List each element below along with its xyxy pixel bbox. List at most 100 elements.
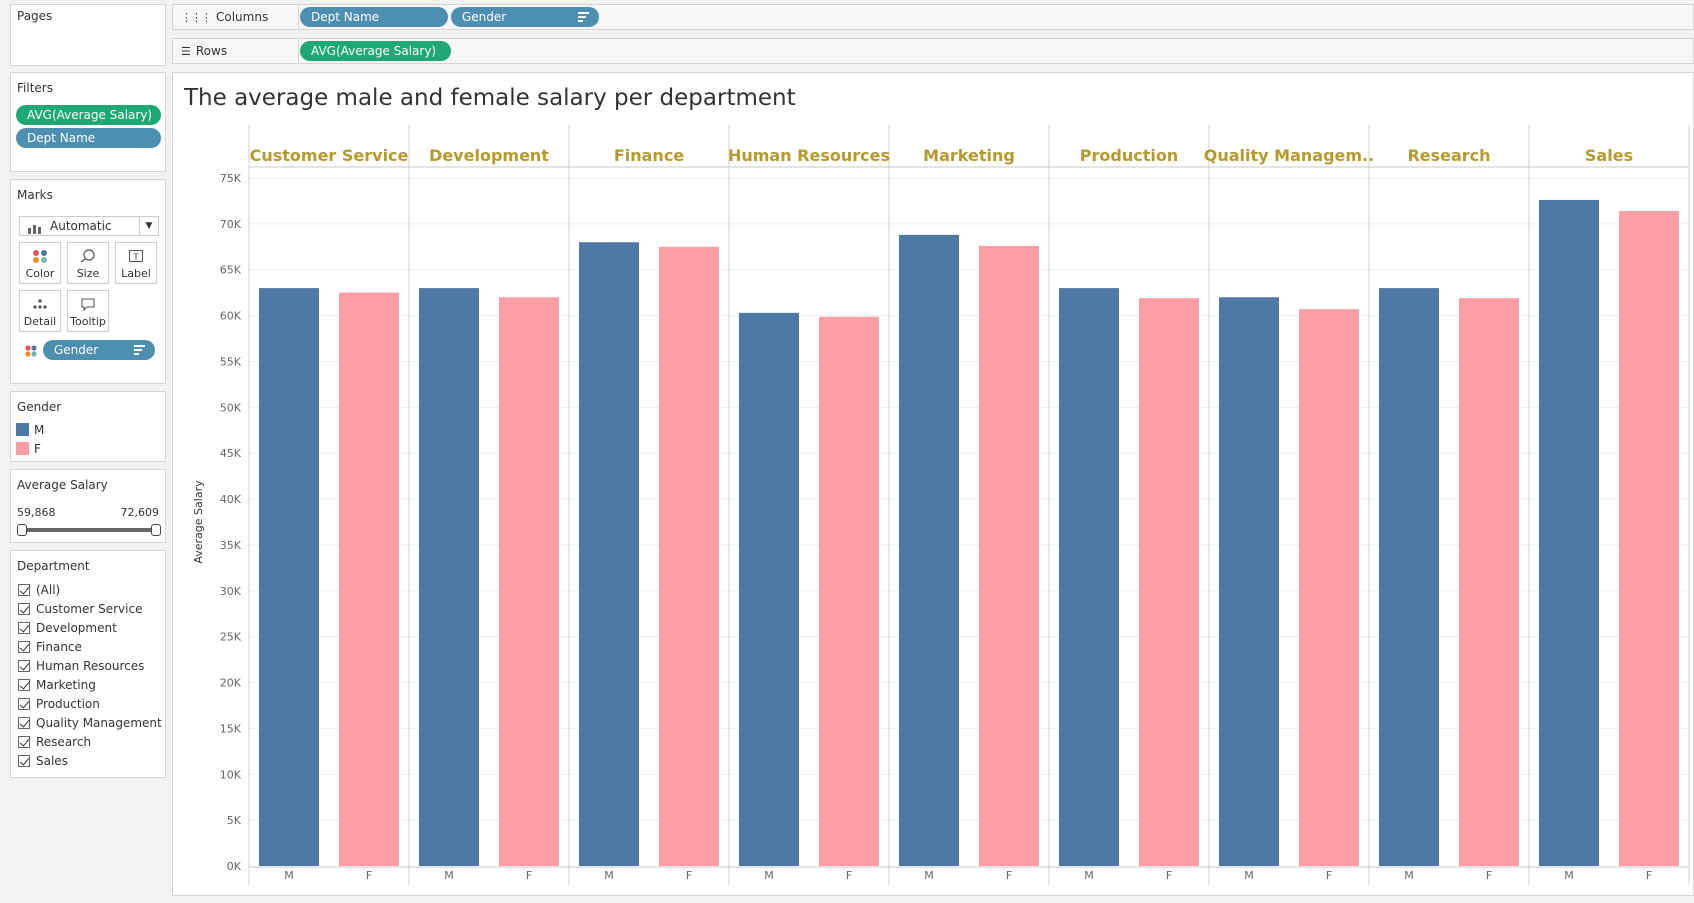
bar-m bbox=[1539, 199, 1599, 866]
department-option-sales[interactable]: Sales bbox=[18, 753, 68, 771]
department-option-finance[interactable]: Finance bbox=[18, 639, 82, 657]
department-option-label: Human Resources bbox=[36, 659, 145, 673]
y-tick-label: 75K bbox=[220, 172, 242, 185]
department-option-quality-management[interactable]: Quality Management bbox=[18, 715, 162, 733]
rows-label: ☰ Rows bbox=[181, 44, 228, 58]
color-icon bbox=[20, 249, 60, 263]
department-option-development[interactable]: Development bbox=[18, 620, 117, 638]
x-tick-label: M bbox=[444, 869, 454, 882]
checkbox-icon[interactable] bbox=[18, 603, 30, 615]
y-tick-label: 65K bbox=[220, 264, 242, 277]
pages-shelf[interactable]: Pages bbox=[10, 4, 166, 66]
department-option-label: Sales bbox=[36, 754, 68, 768]
category-header: Customer Service bbox=[250, 146, 409, 165]
legend-item-m[interactable]: M bbox=[16, 423, 44, 437]
department-option-label: (All) bbox=[36, 583, 61, 597]
filter-pill-dept-name[interactable]: Dept Name bbox=[16, 128, 161, 148]
marks-title: Marks bbox=[17, 188, 53, 202]
salary-range-slider[interactable] bbox=[21, 528, 155, 532]
checkbox-icon[interactable] bbox=[18, 717, 30, 729]
department-option-all[interactable]: (All) bbox=[18, 582, 60, 600]
checkbox-icon[interactable] bbox=[18, 755, 30, 767]
salary-min-label: 59,868 bbox=[17, 506, 56, 519]
rows-icon: ☰ bbox=[181, 45, 191, 58]
bar-m bbox=[899, 234, 959, 867]
detail-button[interactable]: Detail bbox=[19, 290, 61, 332]
department-option-label: Finance bbox=[36, 640, 82, 654]
checkbox-icon[interactable] bbox=[18, 679, 30, 691]
y-tick-label: 60K bbox=[220, 310, 242, 323]
department-option-label: Development bbox=[36, 621, 117, 635]
tooltip-icon bbox=[68, 297, 108, 312]
x-tick-label: F bbox=[1646, 869, 1652, 882]
department-option-human-resources[interactable]: Human Resources bbox=[18, 658, 144, 676]
category-header: Finance bbox=[614, 146, 684, 165]
x-tick-label: M bbox=[924, 869, 934, 882]
legend-item-f[interactable]: F bbox=[16, 442, 41, 456]
size-button[interactable]: Size bbox=[67, 242, 109, 284]
department-option-customer-service[interactable]: Customer Service bbox=[18, 601, 142, 619]
x-tick-label: F bbox=[526, 869, 532, 882]
checkbox-icon[interactable] bbox=[18, 736, 30, 748]
slider-handle-min[interactable] bbox=[17, 524, 27, 536]
columns-pill-gender[interactable]: Gender bbox=[451, 7, 599, 27]
bar-f bbox=[339, 292, 399, 866]
checkbox-icon[interactable] bbox=[18, 641, 30, 653]
label-button[interactable]: T Label bbox=[115, 242, 157, 284]
rows-pill-avg-salary[interactable]: AVG(Average Salary) bbox=[300, 41, 451, 61]
x-tick-label: M bbox=[1084, 869, 1094, 882]
department-filter-title: Department bbox=[17, 559, 90, 573]
marks-card: Marks Automatic ▼ Color Size T Label Det… bbox=[10, 179, 166, 384]
bar-f bbox=[1459, 298, 1519, 866]
x-tick-label: M bbox=[284, 869, 294, 882]
department-option-label: Quality Management bbox=[36, 716, 162, 730]
category-header: Research bbox=[1407, 146, 1490, 165]
svg-text:T: T bbox=[132, 253, 139, 263]
mark-type-dropdown[interactable]: Automatic ▼ bbox=[19, 216, 159, 236]
category-header: Production bbox=[1080, 146, 1178, 165]
size-icon bbox=[68, 249, 108, 263]
y-tick-label: 10K bbox=[220, 768, 242, 781]
columns-icon: ⋮⋮⋮ bbox=[181, 11, 212, 24]
pages-label: Pages bbox=[17, 9, 53, 23]
y-tick-label: 0K bbox=[227, 860, 242, 873]
checkbox-icon[interactable] bbox=[18, 584, 30, 596]
sort-icon bbox=[578, 12, 589, 22]
bar-f bbox=[499, 297, 559, 867]
x-tick-label: M bbox=[1404, 869, 1414, 882]
department-option-production[interactable]: Production bbox=[18, 696, 100, 714]
x-tick-label: M bbox=[604, 869, 614, 882]
rows-shelf[interactable]: ☰ Rows AVG(Average Salary) bbox=[172, 38, 1694, 64]
bar-chart-icon bbox=[28, 221, 42, 234]
bar-f bbox=[979, 245, 1039, 866]
color-button[interactable]: Color bbox=[19, 242, 61, 284]
tooltip-button[interactable]: Tooltip bbox=[67, 290, 109, 332]
bar-m bbox=[1219, 297, 1279, 867]
marks-pill-gender[interactable]: Gender bbox=[43, 340, 155, 360]
chevron-down-icon: ▼ bbox=[139, 217, 158, 235]
x-tick-label: F bbox=[1326, 869, 1332, 882]
department-option-label: Production bbox=[36, 697, 100, 711]
department-option-research[interactable]: Research bbox=[18, 734, 91, 752]
bar-m bbox=[739, 312, 799, 866]
slider-handle-max[interactable] bbox=[151, 524, 161, 536]
y-tick-label: 30K bbox=[220, 585, 242, 598]
salary-max-label: 72,609 bbox=[120, 506, 160, 519]
category-header: Human Resources bbox=[728, 146, 890, 165]
columns-shelf[interactable]: ⋮⋮⋮ Columns Dept Name Gender bbox=[172, 4, 1694, 30]
y-tick-label: 5K bbox=[227, 814, 242, 827]
checkbox-icon[interactable] bbox=[18, 660, 30, 672]
checkbox-icon[interactable] bbox=[18, 698, 30, 710]
department-option-label: Customer Service bbox=[36, 602, 143, 616]
columns-pill-dept-name[interactable]: Dept Name bbox=[300, 7, 448, 27]
department-option-marketing[interactable]: Marketing bbox=[18, 677, 96, 695]
x-tick-label: M bbox=[764, 869, 774, 882]
checkbox-icon[interactable] bbox=[18, 622, 30, 634]
x-tick-label: F bbox=[1166, 869, 1172, 882]
x-tick-label: F bbox=[846, 869, 852, 882]
x-tick-label: M bbox=[1244, 869, 1254, 882]
chart-area: The average male and female salary per d… bbox=[172, 72, 1694, 896]
bar-m bbox=[1379, 288, 1439, 866]
bar-f bbox=[659, 246, 719, 867]
filter-pill-avg-salary[interactable]: AVG(Average Salary) bbox=[16, 105, 161, 125]
